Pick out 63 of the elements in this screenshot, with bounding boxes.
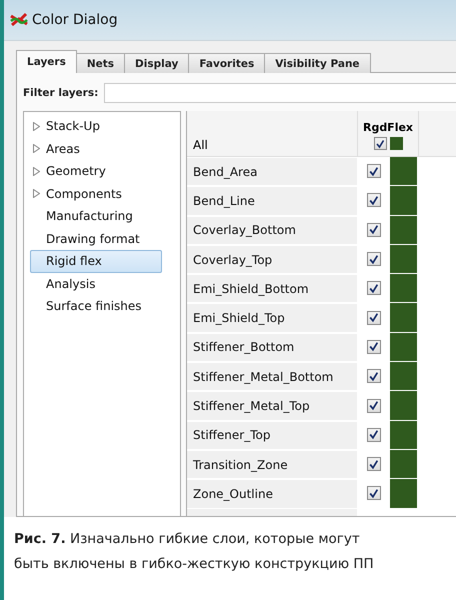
color-swatch[interactable]	[390, 157, 417, 186]
color-swatch[interactable]	[390, 420, 417, 449]
color-swatch[interactable]	[390, 332, 417, 362]
tab[interactable]: Visibility Pane	[264, 53, 371, 73]
layer-name: Emi_Shield_Bottom	[187, 274, 357, 302]
layer-name: Coverlay_Bottom	[187, 216, 357, 244]
layer-name: Stiffener_Metal_Bottom	[187, 362, 357, 390]
layer-name: Transition_Zone	[187, 450, 357, 478]
checkbox[interactable]	[374, 137, 386, 150]
filter-field[interactable]	[104, 83, 456, 103]
checkbox[interactable]	[366, 193, 380, 208]
layer-name: Zone_Outline	[187, 479, 357, 508]
color-swatch[interactable]	[390, 216, 417, 244]
tab[interactable]: Favorites	[188, 53, 266, 73]
tab[interactable]: Nets	[76, 53, 126, 73]
tree-item[interactable]: Analysis	[30, 272, 162, 295]
tree-item[interactable]: Manufacturing	[30, 205, 162, 228]
checkbox[interactable]	[366, 252, 380, 266]
layer-name: Emi_Shield_Top	[187, 303, 357, 332]
app-icon	[10, 12, 28, 28]
filter-label: Filter layers:	[23, 87, 98, 99]
tree-item[interactable]: Drawing format	[30, 228, 162, 250]
layer-name: Stiffener_Bottom	[187, 332, 357, 362]
checkbox[interactable]	[366, 428, 380, 442]
checkbox[interactable]	[366, 222, 380, 237]
checkbox[interactable]	[366, 486, 380, 500]
color-swatch[interactable]	[390, 362, 417, 390]
expand-icon[interactable]	[33, 166, 40, 176]
checkbox[interactable]	[366, 310, 380, 325]
tree-item[interactable]: Areas	[30, 138, 162, 160]
tree-item[interactable]: Surface finishes	[30, 295, 162, 318]
color-swatch[interactable]	[390, 303, 417, 332]
tree-item[interactable]: Components	[30, 182, 162, 205]
layer-name: Bend_Area	[187, 157, 357, 186]
checkbox[interactable]	[366, 457, 380, 472]
checkbox[interactable]	[366, 164, 380, 178]
color-swatch[interactable]	[390, 391, 417, 420]
color-swatch[interactable]	[390, 450, 417, 478]
color-swatch[interactable]	[390, 479, 417, 508]
checkbox[interactable]	[366, 340, 380, 354]
expand-icon[interactable]	[33, 144, 40, 154]
tab[interactable]: Layers	[16, 50, 77, 73]
expand-icon[interactable]	[33, 122, 40, 131]
checkbox[interactable]	[366, 398, 380, 413]
layer-name: Stiffener_Top	[187, 420, 357, 449]
tree-item[interactable]: Rigid flex	[30, 250, 162, 272]
tab[interactable]: Display	[124, 53, 190, 73]
layer-name: Stiffener_Metal_Top	[187, 391, 357, 420]
color-swatch[interactable]	[390, 274, 417, 302]
color-swatch[interactable]	[390, 186, 417, 215]
tree-item[interactable]: Geometry	[30, 160, 162, 182]
window-title: Color Dialog	[32, 12, 118, 28]
color-swatch[interactable]	[390, 244, 417, 274]
layer-name: Bend_Line	[187, 186, 357, 215]
tree-item[interactable]: Stack-Up	[30, 115, 162, 138]
layer-name: Coverlay_Top	[187, 244, 357, 274]
color-swatch[interactable]	[390, 137, 402, 150]
all-label: All	[192, 138, 209, 154]
figure-caption: Рис. 7. Изначально гибкие слои, которые могут быть включены в гибко-жесткую конструкцию ПП	[14, 530, 375, 574]
checkbox[interactable]	[366, 369, 380, 384]
column-header: RgdFlex	[362, 121, 414, 134]
checkbox[interactable]	[366, 281, 380, 296]
expand-icon[interactable]	[33, 189, 40, 198]
